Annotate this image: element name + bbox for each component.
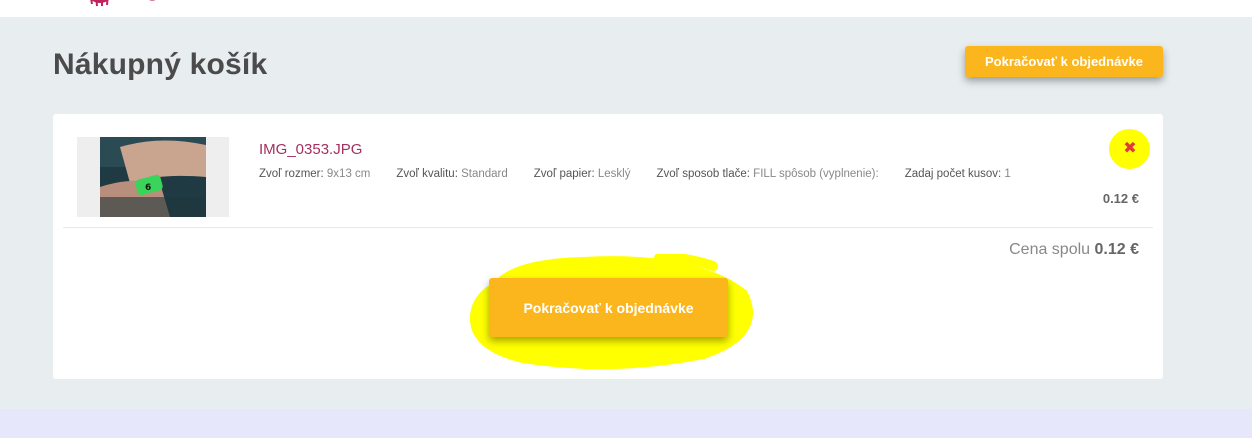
- attr-print-method: Zvoľ sposob tlače: FILL spôsob (vyplneni…: [656, 168, 879, 180]
- cart-section: Nákupný košík Pokračovať k objednávke 6 …: [0, 17, 1252, 409]
- page-title: Nákupný košík: [53, 48, 268, 81]
- item-price: 0.12 €: [1102, 191, 1139, 206]
- cart-total: Cena spolu 0.12 €: [1009, 241, 1139, 259]
- attr-quantity: Zadaj počet kusov: 1: [904, 168, 1011, 180]
- divider: [63, 227, 1153, 228]
- footer: [0, 409, 1252, 438]
- item-thumbnail[interactable]: 6: [100, 137, 206, 217]
- top-header: [0, 0, 1252, 17]
- brand-logo-icon[interactable]: [80, 0, 160, 10]
- attr-size: Zvoľ rozmer: 9x13 cm: [259, 168, 371, 180]
- continue-to-order-button-bottom[interactable]: Pokračovať k objednávke: [489, 278, 728, 337]
- total-value: 0.12 €: [1094, 241, 1139, 258]
- cart-card: 6 IMG_0353.JPG Zvoľ rozmer: 9x13 cm Zvoľ…: [53, 114, 1163, 379]
- item-attributes: Zvoľ rozmer: 9x13 cm Zvoľ kvalitu: Stand…: [259, 168, 1037, 180]
- item-thumbnail-frame: 6: [77, 137, 229, 217]
- attr-quality: Zvoľ kvalitu: Standard: [396, 168, 508, 180]
- attr-paper: Zvoľ papier: Lesklý: [533, 168, 631, 180]
- total-label: Cena spolu: [1009, 241, 1091, 258]
- item-filename[interactable]: IMG_0353.JPG: [259, 141, 362, 158]
- continue-to-order-button-top[interactable]: Pokračovať k objednávke: [965, 46, 1163, 77]
- svg-text:6: 6: [145, 183, 151, 193]
- close-icon[interactable]: ✖: [1122, 141, 1138, 157]
